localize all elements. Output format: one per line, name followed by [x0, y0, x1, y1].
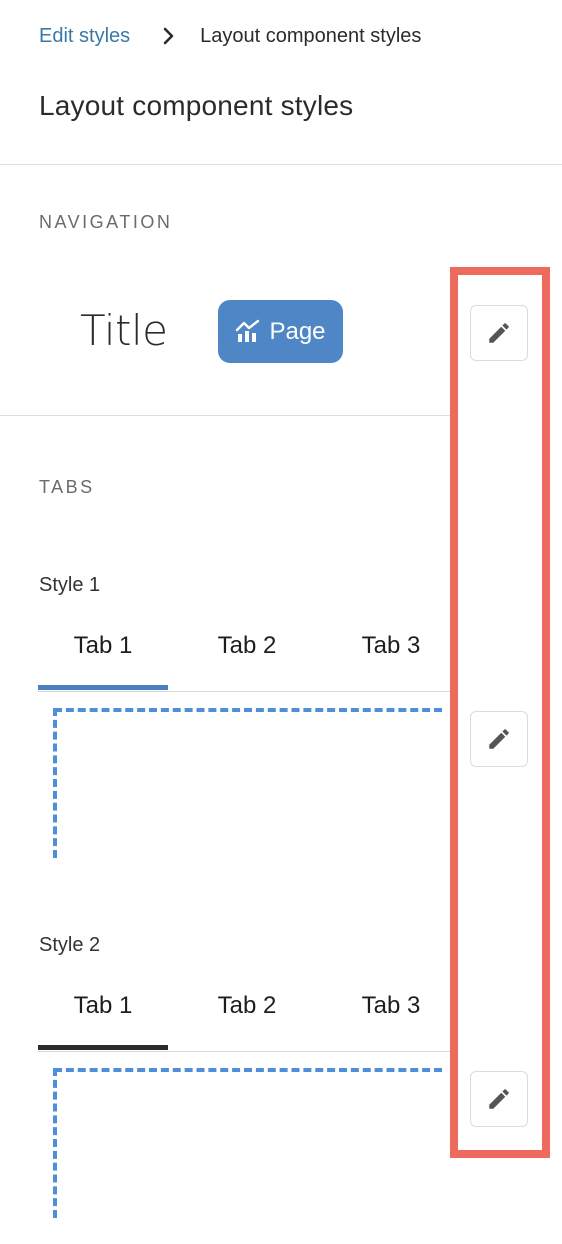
tabs-section-label: TABS — [39, 477, 95, 497]
navigation-divider — [0, 415, 450, 416]
tab-style-1-tab-3[interactable]: Tab 3 — [326, 630, 456, 662]
navigation-section-label: NAVIGATION — [39, 212, 173, 232]
tabs-style-1-label: Style 1 — [39, 574, 101, 596]
tab-style-2-tab-1[interactable]: Tab 1 — [38, 990, 168, 1022]
edit-tabs-style-1-button[interactable] — [470, 711, 528, 767]
pencil-icon — [486, 726, 512, 752]
breadcrumb: Edit styles Layout component styles — [39, 22, 421, 50]
page-button-label: Page — [269, 317, 326, 345]
breadcrumb-edit-styles-link[interactable]: Edit styles — [39, 25, 130, 48]
tab-style-1-tab-1[interactable]: Tab 1 — [38, 630, 168, 662]
tab-style-2-tab-2[interactable]: Tab 2 — [182, 990, 312, 1022]
tabs-style-2-content-outline-top — [54, 1068, 442, 1072]
chevron-right-icon — [160, 27, 178, 45]
tabs-style-1-content-outline-top — [54, 708, 442, 712]
layout-component-styles-page: Edit styles Layout component styles Layo… — [0, 0, 562, 1244]
tab-style-1-tab-2[interactable]: Tab 2 — [182, 630, 312, 662]
tabs-style-1-baseline — [38, 691, 450, 692]
tabs-style-1-content-outline-left — [53, 708, 57, 858]
edit-tabs-style-2-button[interactable] — [470, 1071, 528, 1127]
tabs-style-2-label: Style 2 — [39, 934, 101, 956]
navigation-preview-page-button[interactable]: Page — [218, 300, 343, 363]
header-divider — [0, 164, 562, 165]
tabs-style-2-content-outline-left — [53, 1068, 57, 1218]
tabs-style-2-preview: Tab 1 Tab 2 Tab 3 — [38, 990, 450, 1050]
tab-style-2-active-indicator — [38, 1045, 168, 1050]
tab-style-1-active-indicator — [38, 685, 168, 690]
breadcrumb-current: Layout component styles — [200, 24, 422, 47]
edit-navigation-button[interactable] — [470, 305, 528, 361]
navigation-preview-title: Title — [80, 306, 168, 355]
tabs-style-2-baseline — [38, 1051, 450, 1052]
pencil-icon — [486, 320, 512, 346]
chart-icon — [235, 319, 261, 345]
tab-style-2-tab-3[interactable]: Tab 3 — [326, 990, 456, 1022]
tabs-style-1-preview: Tab 1 Tab 2 Tab 3 — [38, 630, 450, 690]
pencil-icon — [486, 1086, 512, 1112]
page-title: Layout component styles — [39, 90, 354, 121]
